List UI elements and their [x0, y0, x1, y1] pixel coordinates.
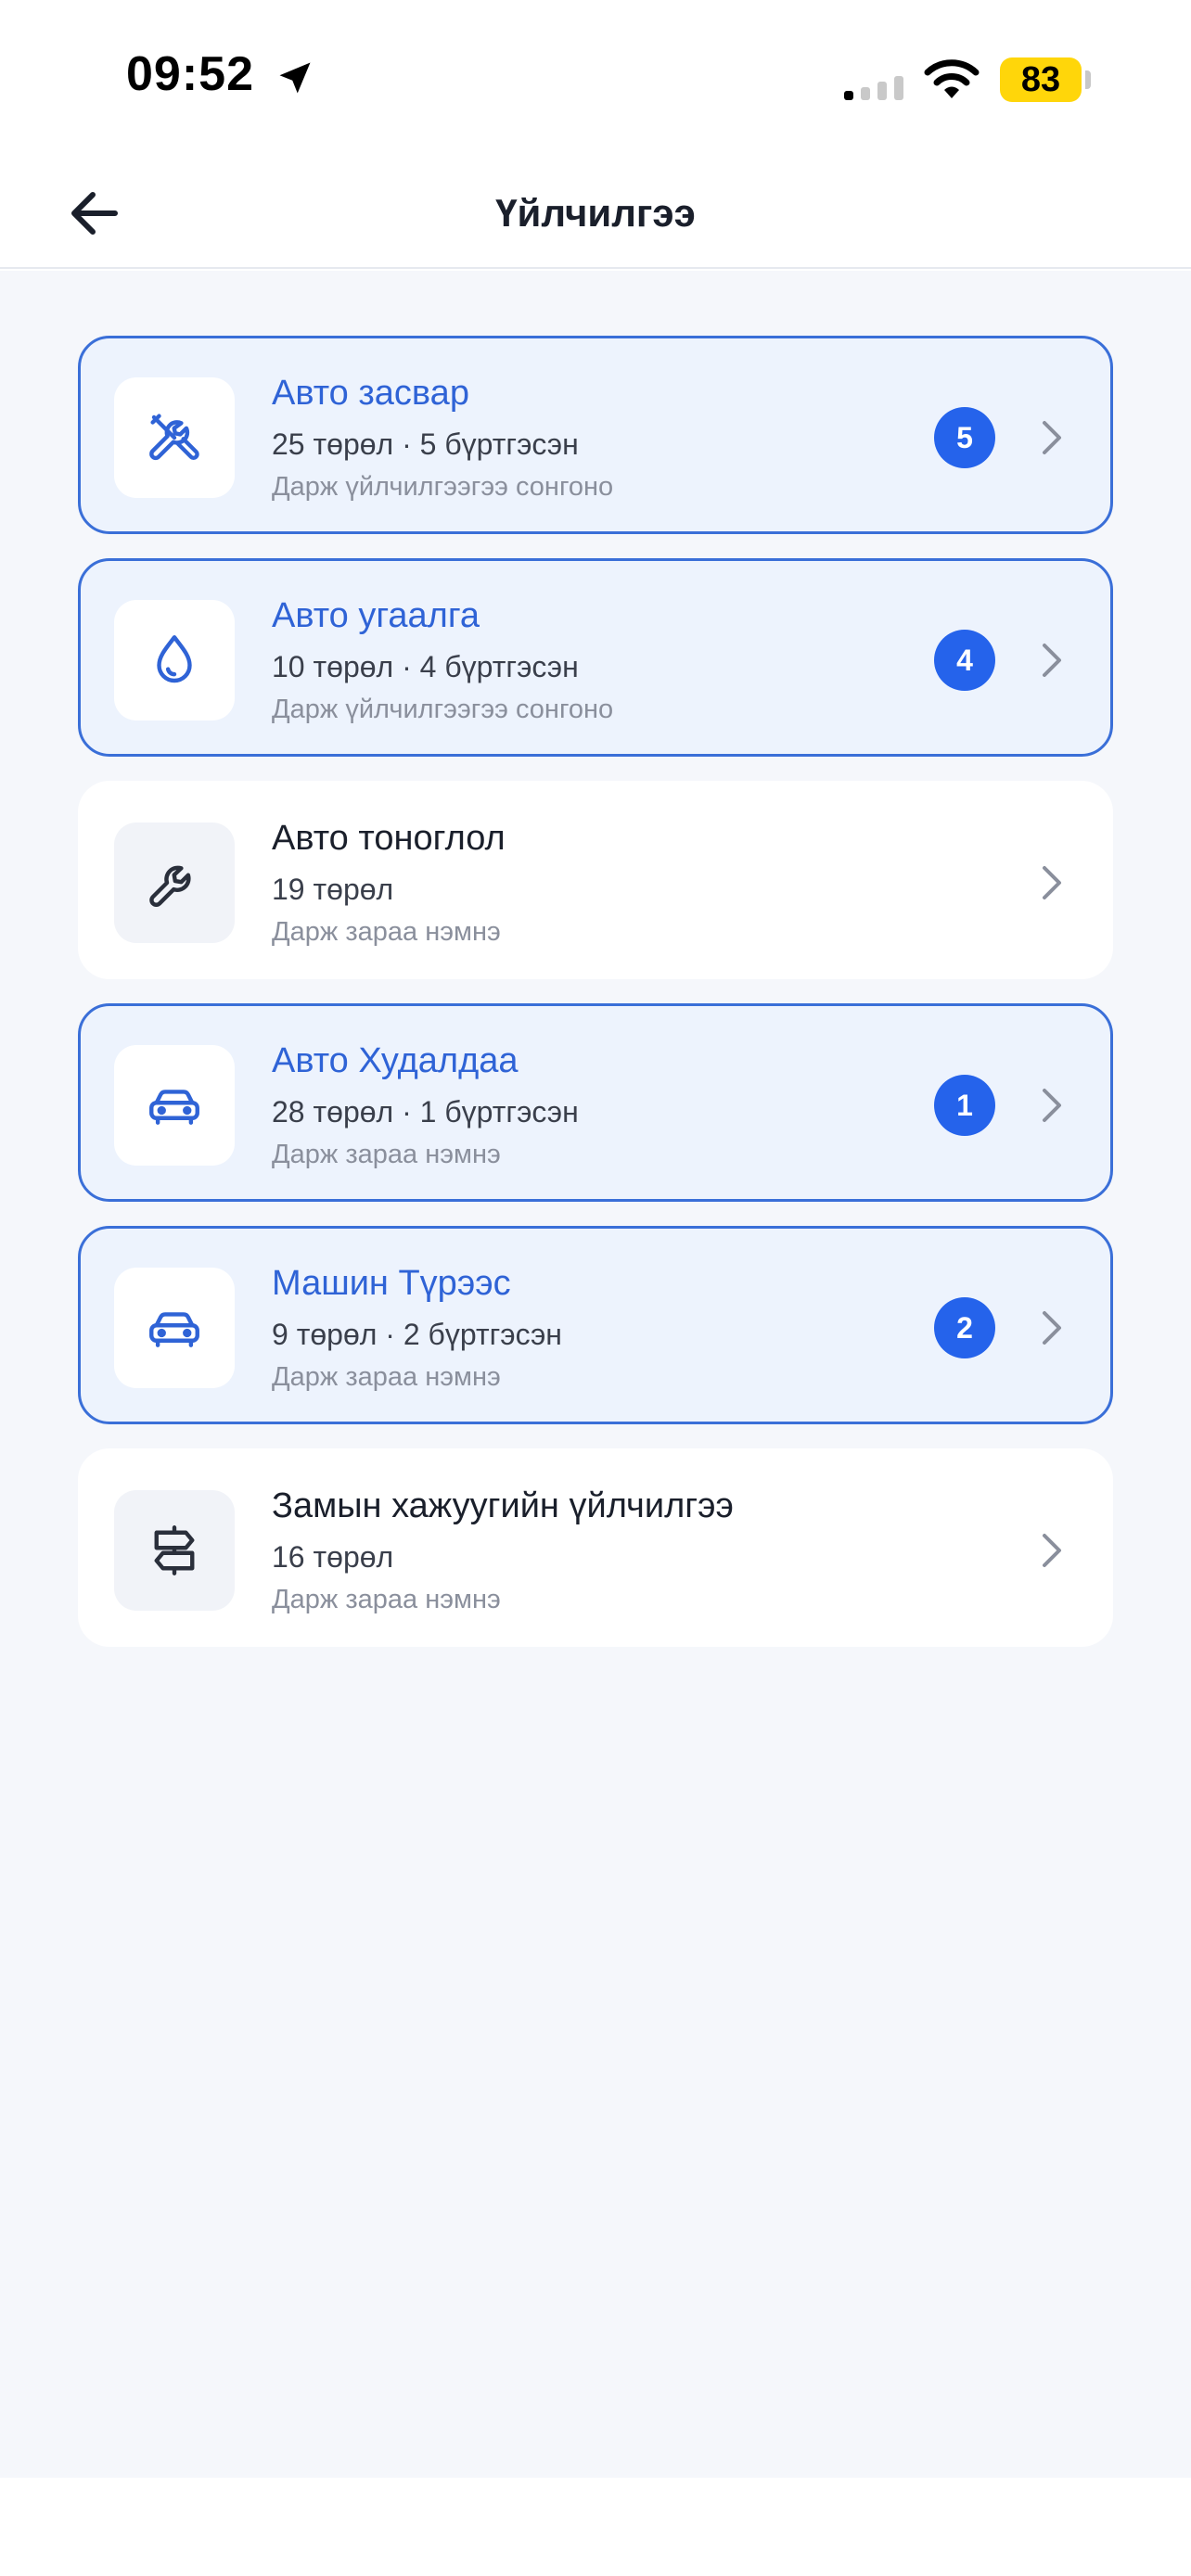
count-badge: 4: [934, 630, 995, 691]
card-icon-box: [114, 377, 235, 498]
service-card-auto-repair[interactable]: Авто засвар 25 төрөл · 5 бүртгэсэн Дарж …: [78, 336, 1113, 534]
card-hint: Дарж үйлчилгээгээ сонгоно: [272, 695, 614, 724]
card-hint: Дарж зараа нэмнэ: [272, 917, 501, 947]
card-subtitle: 28 төрөл · 1 бүртгэсэн: [272, 1095, 579, 1129]
service-list: Авто засвар 25 төрөл · 5 бүртгэсэн Дарж …: [0, 271, 1191, 2478]
battery-indicator: 83: [1000, 57, 1082, 102]
card-subtitle: 19 төрөл: [272, 873, 394, 906]
home-indicator-area: [0, 2478, 1191, 2576]
card-icon-box: [114, 1490, 235, 1611]
chevron-right-icon: [1043, 866, 1061, 899]
count-badge: 2: [934, 1297, 995, 1358]
card-title: Авто Худалдаа: [272, 1041, 519, 1080]
cellular-signal-icon: [844, 76, 903, 100]
card-icon-box: [114, 600, 235, 721]
status-time: 09:52: [126, 47, 254, 101]
service-card-car-sales[interactable]: Авто Худалдаа 28 төрөл · 1 бүртгэсэн Дар…: [78, 1003, 1113, 1202]
card-hint: Дарж зараа нэмнэ: [272, 1140, 501, 1169]
signpost-icon: [154, 1525, 195, 1575]
card-title: Авто тоноглол: [272, 819, 506, 858]
car-icon: [149, 1090, 199, 1125]
count-badge: 1: [934, 1075, 995, 1136]
battery-cap: [1085, 70, 1091, 89]
status-bar: 09:52 83: [0, 0, 1191, 158]
service-card-car-rental[interactable]: Машин Түрээс 9 төрөл · 2 бүртгэсэн Дарж …: [78, 1226, 1113, 1424]
car-icon: [149, 1312, 199, 1347]
count-badge: 5: [934, 407, 995, 468]
chevron-right-icon: [1043, 421, 1061, 454]
chevron-right-icon: [1043, 1089, 1061, 1122]
card-hint: Дарж зараа нэмнэ: [272, 1362, 501, 1392]
card-subtitle: 25 төрөл · 5 бүртгэсэн: [272, 427, 579, 461]
battery-level: 83: [1020, 59, 1061, 99]
service-card-auto-accessories[interactable]: Авто тоноглол 19 төрөл Дарж зараа нэмнэ: [78, 781, 1113, 979]
wrench-icon: [149, 865, 191, 907]
chevron-right-icon: [1043, 1311, 1061, 1345]
card-title: Авто угаалга: [272, 596, 480, 635]
wifi-icon: [924, 59, 980, 98]
service-card-roadside[interactable]: Замын хажуугийн үйлчилгээ 16 төрөл Дарж …: [78, 1448, 1113, 1647]
card-icon-box: [114, 1045, 235, 1166]
card-subtitle: 10 төрөл · 4 бүртгэсэн: [272, 650, 579, 683]
chevron-right-icon: [1043, 1534, 1061, 1567]
card-icon-box: [114, 1268, 235, 1388]
page-title: Үйлчилгээ: [495, 191, 696, 235]
card-title: Авто засвар: [272, 374, 469, 413]
card-hint: Дарж үйлчилгээгээ сонгоно: [272, 472, 614, 502]
card-subtitle: 16 төрөл: [272, 1540, 394, 1574]
header: Үйлчилгээ: [0, 158, 1191, 269]
card-icon-box: [114, 823, 235, 943]
card-subtitle: 9 төрөл · 2 бүртгэсэн: [272, 1318, 562, 1351]
card-hint: Дарж зараа нэмнэ: [272, 1585, 501, 1614]
service-card-car-wash[interactable]: Авто угаалга 10 төрөл · 4 бүртгэсэн Дарж…: [78, 558, 1113, 757]
tools-icon: [149, 414, 199, 461]
card-title: Замын хажуугийн үйлчилгээ: [272, 1486, 734, 1525]
card-title: Машин Түрээс: [272, 1264, 511, 1303]
chevron-right-icon: [1043, 644, 1061, 677]
location-arrow-icon: [279, 62, 311, 94]
water-drop-icon: [157, 635, 192, 683]
